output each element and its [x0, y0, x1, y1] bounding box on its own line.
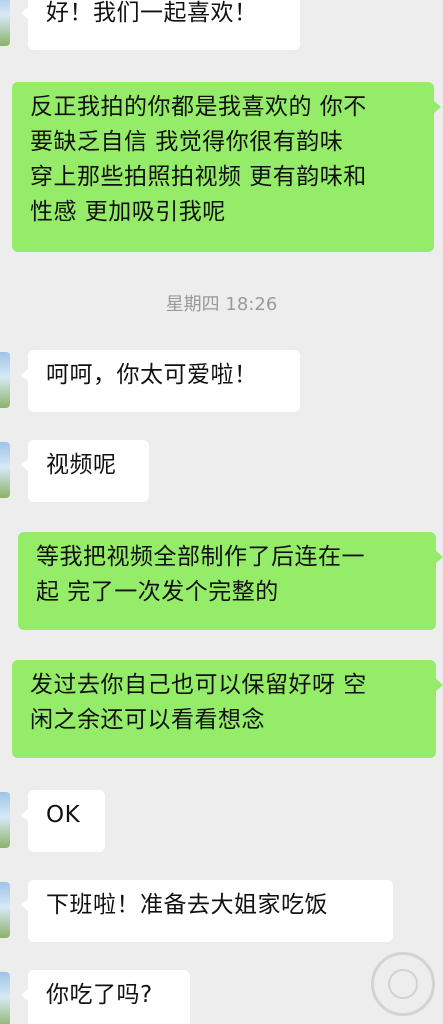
contact-avatar[interactable] [0, 972, 10, 1024]
contact-avatar[interactable] [0, 442, 10, 498]
incoming-message[interactable]: 你吃了吗? [21, 970, 190, 1024]
incoming-message[interactable]: OK [21, 790, 105, 852]
outgoing-message[interactable]: 等我把视频全部制作了后连在一 起 完了一次发个完整的 [18, 532, 443, 630]
contact-avatar[interactable] [0, 352, 10, 408]
incoming-message[interactable]: 呵呵，你太可爱啦！ [21, 350, 300, 412]
contact-avatar[interactable] [0, 882, 10, 938]
incoming-message[interactable]: 下班啦！准备去大姐家吃饭 [21, 880, 393, 942]
outgoing-message[interactable]: 反正我拍的你都是我喜欢的 你不 要缺乏自信 我觉得你很有韵味 穿上那些拍照拍视频… [12, 82, 441, 252]
message-timestamp: 星期四 18:26 [165, 294, 278, 315]
incoming-message[interactable]: 视频呢 [21, 440, 149, 502]
contact-avatar[interactable] [0, 792, 10, 848]
incoming-message[interactable]: 好！我们一起喜欢！ [21, 0, 300, 50]
watermark-logo [371, 952, 435, 1016]
chat-view: 好！我们一起喜欢！ 反正我拍的你都是我喜欢的 你不 要缺乏自信 我觉得你很有韵味… [0, 0, 443, 1024]
outgoing-message[interactable]: 发过去你自己也可以保留好呀 空 闲之余还可以看看想念 [12, 660, 443, 758]
contact-avatar[interactable] [0, 0, 10, 46]
